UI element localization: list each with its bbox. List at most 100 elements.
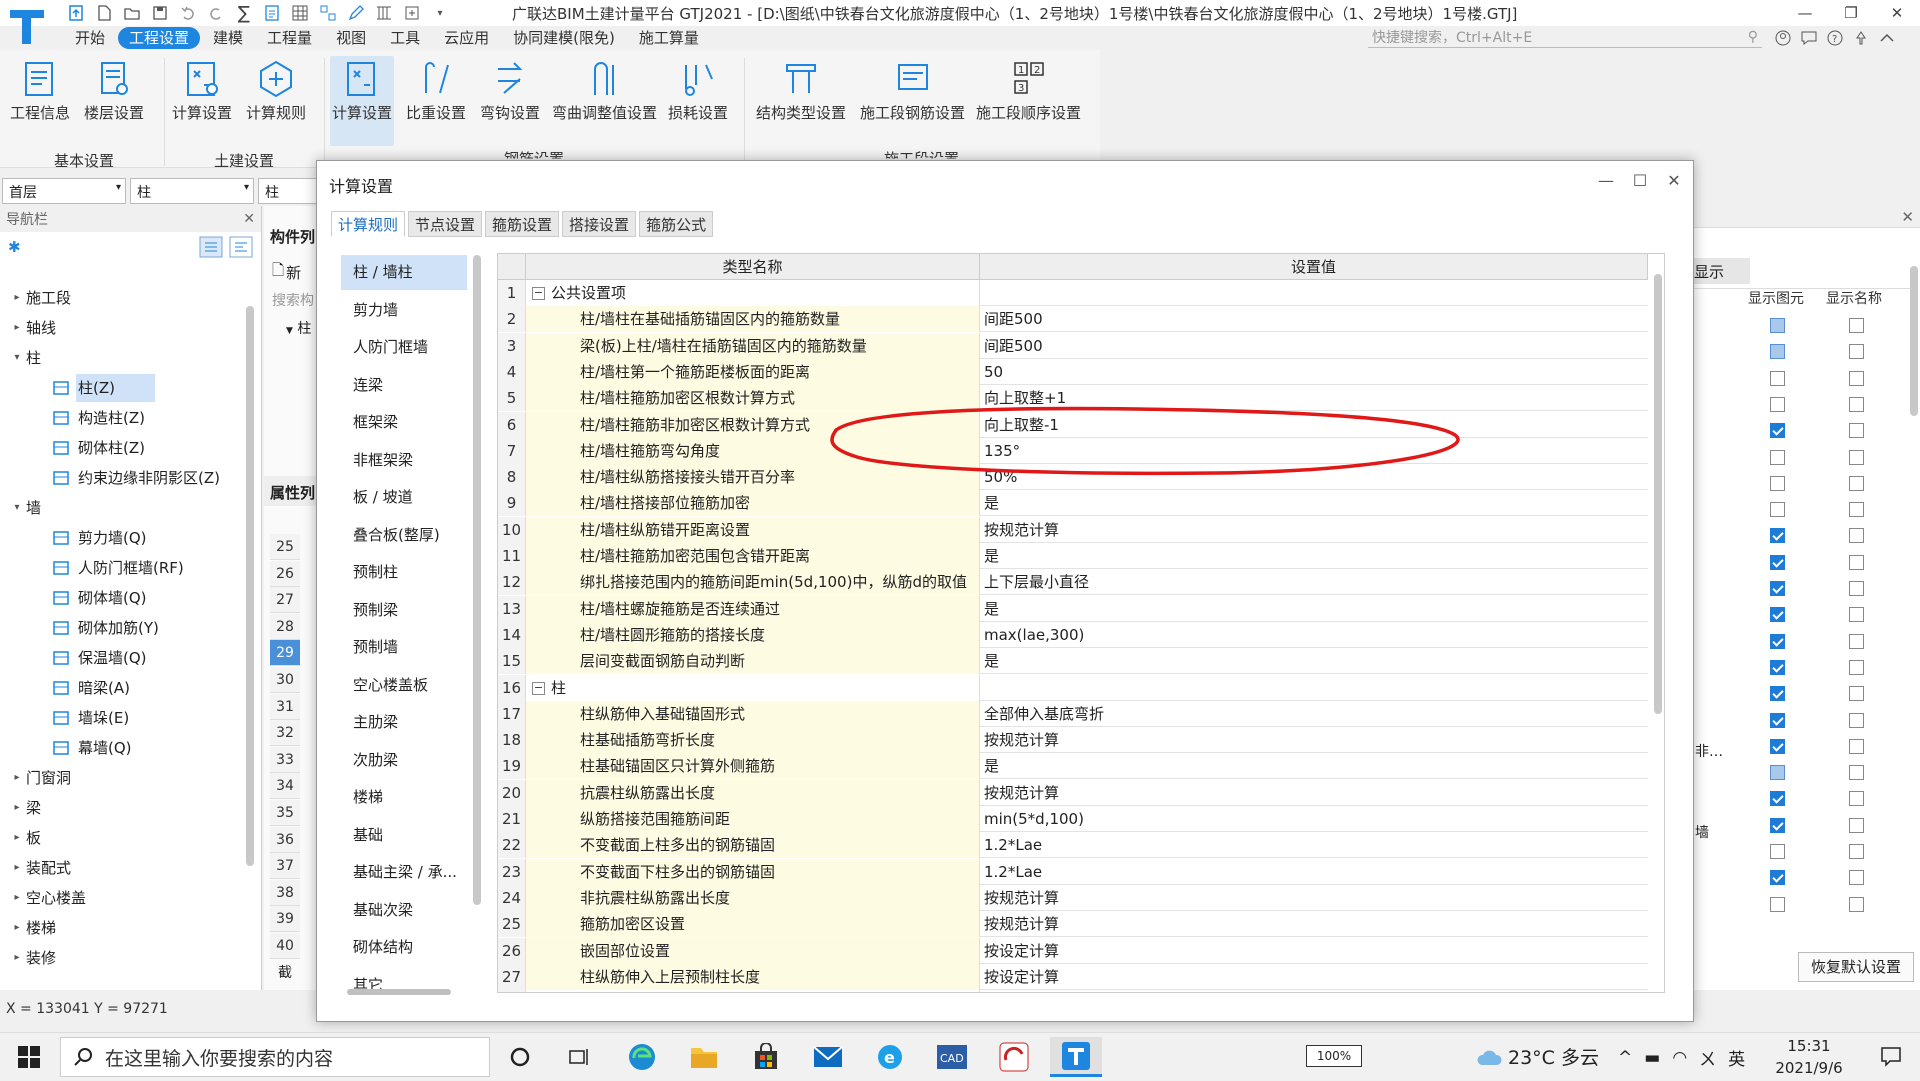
show-element-checkbox[interactable] — [1770, 870, 1785, 886]
menu-construction[interactable]: 施工算量 — [628, 27, 710, 49]
element-select[interactable]: 柱 — [258, 178, 318, 204]
taskbar-search[interactable]: 在这里输入你要搜索的内容 — [60, 1037, 490, 1077]
nav-group-item[interactable]: ▸ 门窗洞 — [10, 764, 73, 792]
category-item[interactable]: 基础主梁 / 承... — [341, 855, 467, 890]
show-name-checkbox[interactable] — [1849, 318, 1864, 333]
menu-tools[interactable]: 工具 — [379, 27, 431, 49]
category-item[interactable]: 次肋梁 — [341, 743, 467, 778]
tab-stirrup-formula[interactable]: 箍筋公式 — [639, 211, 714, 237]
show-element-checkbox[interactable] — [1770, 896, 1785, 912]
close-icon[interactable]: ✕ — [1874, 0, 1920, 26]
nav-group-item[interactable]: ▾ 墙 — [10, 494, 43, 522]
setting-value-cell[interactable]: 上下层最小直径 — [980, 569, 1640, 595]
grid-row[interactable]: 13 柱/墙柱螺旋箍筋是否连续通过 是 — [498, 595, 1648, 622]
nav-leaf-item[interactable]: 墙垛(E) — [50, 704, 131, 732]
sync-icon[interactable] — [400, 2, 424, 24]
grid-row[interactable]: 10 柱/墙柱纵筋错开距离设置 按规范计算 — [498, 516, 1648, 543]
edge-browser-icon[interactable] — [616, 1037, 668, 1077]
grid-row[interactable]: 7 柱/墙柱箍筋弯勾角度 135° — [498, 437, 1648, 464]
nav-group-item[interactable]: ▸ 装修 — [10, 944, 58, 972]
category-item[interactable]: 连梁 — [341, 368, 467, 403]
property-row-number[interactable]: 37 — [270, 853, 300, 880]
upload-icon[interactable] — [64, 2, 88, 24]
nav-scrollbar[interactable] — [246, 306, 254, 866]
show-name-checkbox[interactable] — [1849, 817, 1864, 833]
menu-start[interactable]: 开始 — [64, 27, 116, 49]
expand-arrow-icon[interactable]: ▸ — [10, 884, 24, 912]
show-name-checkbox[interactable] — [1849, 528, 1864, 544]
dropdown-arrow-icon[interactable]: ▾ — [428, 2, 452, 24]
collapse-icon[interactable]: − — [532, 287, 545, 300]
category-item[interactable]: 其它 — [341, 968, 467, 1003]
category-scrollbar[interactable] — [473, 255, 481, 905]
sum-icon[interactable]: ∑ — [232, 2, 256, 24]
grid-row[interactable]: 6 柱/墙柱箍筋非加密区根数计算方式 向上取整-1 — [498, 411, 1648, 438]
grid-row[interactable]: 22 不变截面上柱多出的钢筋锚固 1.2*Lae — [498, 832, 1648, 859]
show-name-checkbox[interactable] — [1849, 344, 1864, 360]
battery-indicator[interactable]: 100% — [1306, 1045, 1362, 1067]
nav-group-item[interactable]: ▸ 梁 — [10, 794, 43, 822]
setting-value-cell[interactable]: 1.2*Lae — [980, 832, 1640, 858]
nav-leaf-item[interactable]: 保温墙(Q) — [50, 644, 149, 672]
grid-row[interactable]: 25 箍筋加密区设置 按规范计算 — [498, 911, 1648, 938]
show-name-checkbox[interactable] — [1849, 870, 1864, 886]
show-element-checkbox[interactable] — [1770, 607, 1785, 623]
grid-row[interactable]: 26 嵌固部位设置 按设定计算 — [498, 937, 1648, 964]
nav-leaf-item[interactable]: 暗梁(A) — [50, 674, 132, 702]
help-icon[interactable]: ? — [1826, 29, 1844, 47]
grid-row[interactable]: 17 柱纵筋伸入基础锚固形式 全部伸入基底弯折 — [498, 700, 1648, 727]
category-item[interactable]: 叠合板(整厚) — [341, 518, 467, 553]
setting-value-cell[interactable]: 按规范计算 — [980, 727, 1640, 753]
tab-node-settings[interactable]: 节点设置 — [408, 211, 483, 237]
expand-arrow-icon[interactable]: ▸ — [10, 854, 24, 882]
property-row-number[interactable]: 32 — [270, 720, 300, 747]
category-item[interactable]: 人防门框墙 — [341, 330, 467, 365]
grid-row[interactable]: 27 柱纵筋伸入上层预制柱长度 按设定计算 — [498, 963, 1648, 990]
menu-modeling[interactable]: 建模 — [202, 27, 254, 49]
list-view-icon[interactable] — [199, 236, 223, 258]
setting-value-cell[interactable]: 按规范计算 — [980, 780, 1640, 806]
bottom-button[interactable]: 截 — [278, 962, 292, 982]
store-icon[interactable] — [740, 1037, 792, 1077]
nav-group-item[interactable]: ▸ 装配式 — [10, 854, 73, 882]
property-row-number[interactable]: 27 — [270, 587, 300, 614]
weight-settings-button[interactable]: 比重设置 — [406, 56, 466, 123]
category-item[interactable]: 预制柱 — [341, 555, 467, 590]
setting-value-cell[interactable]: 全部伸入基底弯折 — [980, 701, 1640, 727]
setting-value-cell[interactable]: 135° — [980, 438, 1640, 464]
nav-group-item[interactable]: ▸ 楼梯 — [10, 914, 58, 942]
show-name-checkbox[interactable] — [1849, 607, 1864, 623]
nav-leaf-item[interactable]: 柱(Z) — [50, 374, 155, 402]
property-row-number[interactable]: 28 — [270, 613, 300, 640]
minimize-icon[interactable]: — — [1593, 167, 1619, 193]
setting-value-cell[interactable]: min(5*d,100) — [980, 806, 1640, 832]
category-item[interactable]: 砌体结构 — [341, 930, 467, 965]
report-icon[interactable] — [260, 2, 284, 24]
property-row-number[interactable]: 35 — [270, 800, 300, 826]
floor-settings-button[interactable]: 楼层设置 — [84, 56, 144, 123]
show-name-checkbox[interactable] — [1849, 659, 1864, 675]
battery-icon[interactable]: ▬ — [1644, 1048, 1660, 1068]
grid-row[interactable]: 2 柱/墙柱在基础插筋锚固区内的箍筋数量 间距500 — [498, 306, 1648, 333]
setting-value-cell[interactable]: 50 — [980, 359, 1640, 385]
show-element-checkbox[interactable] — [1770, 686, 1785, 702]
show-element-checkbox[interactable] — [1770, 581, 1785, 596]
grid-row[interactable]: 14 柱/墙柱圆形箍筋的搭接长度 max(lae,300) — [498, 621, 1648, 648]
grid-row[interactable]: 12 绑扎搭接范围内的箍筋间距min(5d,100)中，纵筋d的取值 上下层最小直径 — [498, 569, 1648, 596]
grid-row[interactable]: 18 柱基础插筋弯折长度 按规范计算 — [498, 727, 1648, 754]
category-item[interactable]: 剪力墙 — [341, 293, 467, 328]
new-component-button[interactable]: 🗋 新 — [272, 260, 301, 285]
grid-group-row[interactable]: 1− 公共设置项 — [498, 280, 1648, 306]
setting-value-cell[interactable]: 按规范计算 — [980, 911, 1640, 937]
show-name-checkbox[interactable] — [1849, 896, 1864, 912]
nav-leaf-item[interactable]: 人防门框墙(RF) — [50, 554, 186, 582]
category-item[interactable]: 预制墙 — [341, 630, 467, 665]
grid-row[interactable]: 20 抗震柱纵筋露出长度 按规范计算 — [498, 779, 1648, 806]
close-icon[interactable]: ✕ — [1901, 208, 1914, 226]
project-info-button[interactable]: 工程信息 — [10, 56, 70, 123]
menu-collab[interactable]: 协同建模(限免) — [502, 27, 626, 49]
show-element-checkbox[interactable] — [1770, 844, 1785, 859]
restore-icon[interactable]: ❐ — [1828, 0, 1874, 26]
category-item[interactable]: 预制梁 — [341, 593, 467, 628]
grid-row[interactable]: 23 不变截面下柱多出的钢筋锚固 1.2*Lae — [498, 858, 1648, 885]
